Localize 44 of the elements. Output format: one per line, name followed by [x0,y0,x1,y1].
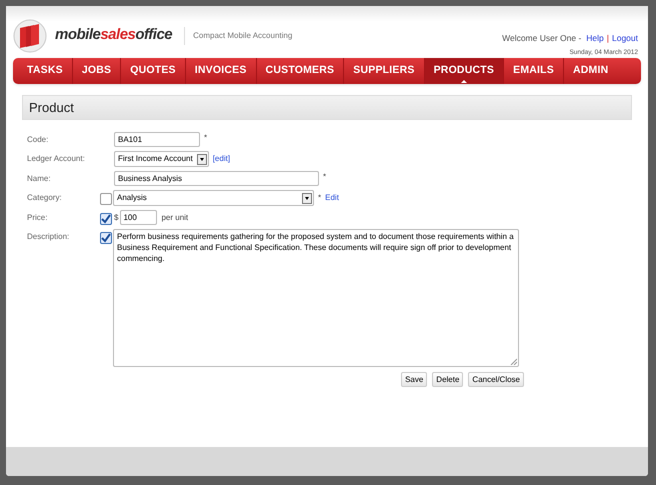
price-field[interactable]: 100 [120,210,158,225]
currency-symbol: $ [114,212,118,224]
checkbox[interactable] [100,193,112,205]
field-label: Name: [27,173,52,185]
nav-tab[interactable]: SUPPLIERS [344,58,424,84]
nav-tab[interactable]: QUOTES [121,58,185,84]
unit-label: per unit [161,212,188,224]
required-mark: * [318,192,322,204]
nav-tab[interactable]: CUSTOMERS [256,58,344,84]
field-label: Category: [27,192,63,204]
nav-tab[interactable]: ADMIN [564,58,618,84]
text-field[interactable]: BA101 [114,132,200,147]
help-link[interactable]: Help [586,32,604,45]
required-mark: * [204,132,208,144]
welcome-text: Welcome User One - [502,32,582,45]
required-mark: * [323,171,326,183]
logo-wordmark: mobilesalesoffice [55,25,172,46]
field-label: Price: [27,212,48,224]
edit-link[interactable]: [edit] [212,153,230,165]
action-button[interactable]: Delete [432,372,464,387]
action-button[interactable]: Save [401,372,428,387]
nav-tab[interactable]: JOBS [72,58,120,84]
field-label: Description: [27,231,70,243]
dropdown[interactable]: Analysis [113,190,314,206]
checkbox[interactable] [100,232,112,244]
logo-icon [13,18,47,52]
description-field[interactable]: Perform business requirements gathering for the proposed system and to document those requirements within a Business Requirement and Functional Specification. These documents will require sign off prior to development commencing. [113,229,519,367]
text-field[interactable]: Business Analysis [114,171,319,186]
logout-link[interactable]: Logout [612,32,638,45]
action-button[interactable]: Cancel/Close [468,372,524,387]
selected-indicator-icon [460,80,467,83]
nav-tab[interactable]: INVOICES [186,58,256,84]
resize-handle-icon [510,358,517,365]
link-separator: | [606,32,609,45]
nav-tab[interactable]: TASKS [18,58,72,84]
edit-link[interactable]: Edit [325,192,339,204]
nav-tab[interactable]: PRODUCTS [424,58,504,84]
dropdown[interactable]: First Income Account [114,151,209,167]
nav-tab[interactable]: EMAILS [504,58,563,84]
tagline: Compact Mobile Accounting [193,30,292,42]
field-label: Code: [27,134,50,146]
page-title: Product [29,98,74,117]
checkbox[interactable] [100,213,112,225]
field-label: Ledger Account: [27,153,86,165]
